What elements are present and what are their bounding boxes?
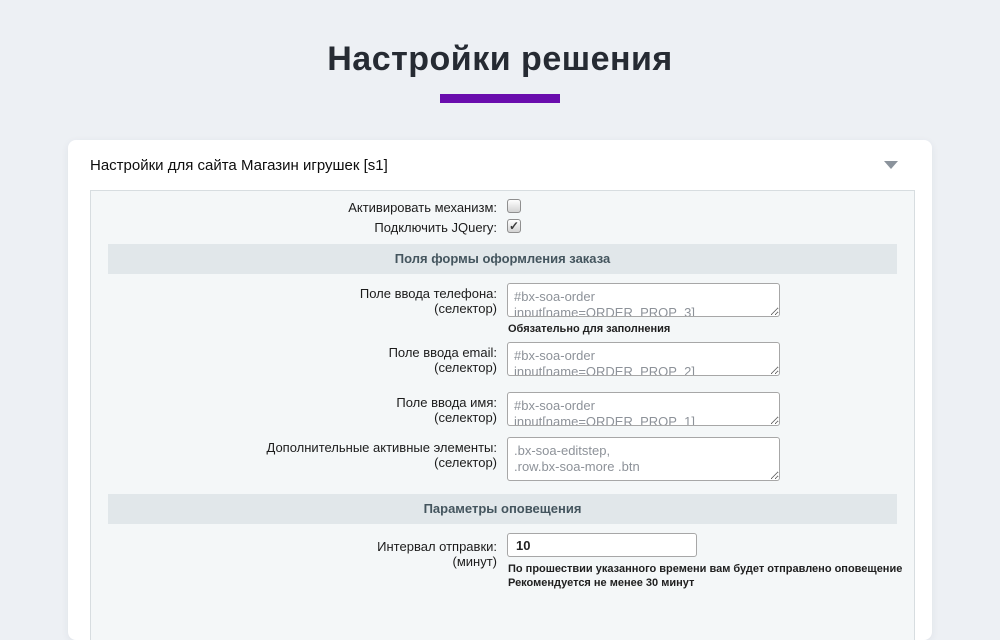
toggle-row-activate: Активировать механизм: xyxy=(91,199,914,215)
field-row-email: Поле ввода email: (селектор) #bx-soa-ord… xyxy=(91,342,914,376)
extra-elements-textarea[interactable]: .bx-soa-editstep, .row.bx-soa-more .btn xyxy=(507,437,780,481)
phone-selector-label: Поле ввода телефона: (селектор) xyxy=(91,283,497,316)
title-underline xyxy=(440,94,560,103)
section-title: Параметры оповещения xyxy=(424,501,582,516)
interval-label: Интервал отправки: (минут) xyxy=(91,533,497,569)
activate-label: Активировать механизм: xyxy=(91,199,497,215)
name-selector-textarea[interactable]: #bx-soa-order input[name=ORDER_PROP_1] xyxy=(507,392,780,426)
card-header[interactable]: Настройки для сайта Магазин игрушек [s1] xyxy=(68,140,932,190)
chevron-down-icon[interactable] xyxy=(884,161,898,169)
interval-input[interactable] xyxy=(507,533,697,557)
field-row-phone: Поле ввода телефона: (селектор) #bx-soa-… xyxy=(91,283,914,317)
page: Настройки решения Настройки для сайта Ма… xyxy=(0,40,1000,103)
section-header-notifications: Параметры оповещения xyxy=(108,494,897,524)
settings-form: Активировать механизм: Подключить JQuery… xyxy=(90,190,915,640)
toggle-row-jquery: Подключить JQuery: ✓ xyxy=(91,219,914,235)
phone-required-note: Обязательно для заполнения xyxy=(508,322,670,336)
interval-note: По прошествии указанного времени вам буд… xyxy=(508,562,902,590)
section-header-order-fields: Поля формы оформления заказа xyxy=(108,244,897,274)
phone-selector-textarea[interactable]: #bx-soa-order input[name=ORDER_PROP_3] xyxy=(507,283,780,317)
activate-checkbox[interactable] xyxy=(507,199,521,213)
field-row-extra-elements: Дополнительные активные элементы: (селек… xyxy=(91,437,914,481)
email-selector-textarea[interactable]: #bx-soa-order input[name=ORDER_PROP_2] xyxy=(507,342,780,376)
extra-elements-label: Дополнительные активные элементы: (селек… xyxy=(91,437,497,470)
jquery-checkbox[interactable]: ✓ xyxy=(507,219,521,233)
check-icon: ✓ xyxy=(509,220,519,232)
email-selector-label: Поле ввода email: (селектор) xyxy=(91,342,497,375)
section-title: Поля формы оформления заказа xyxy=(395,251,610,266)
field-row-name: Поле ввода имя: (селектор) #bx-soa-order… xyxy=(91,392,914,426)
settings-card: Настройки для сайта Магазин игрушек [s1]… xyxy=(68,140,932,640)
page-title: Настройки решения xyxy=(0,40,1000,79)
card-header-title: Настройки для сайта Магазин игрушек [s1] xyxy=(90,157,388,174)
name-selector-label: Поле ввода имя: (селектор) xyxy=(91,392,497,425)
jquery-label: Подключить JQuery: xyxy=(91,219,497,235)
